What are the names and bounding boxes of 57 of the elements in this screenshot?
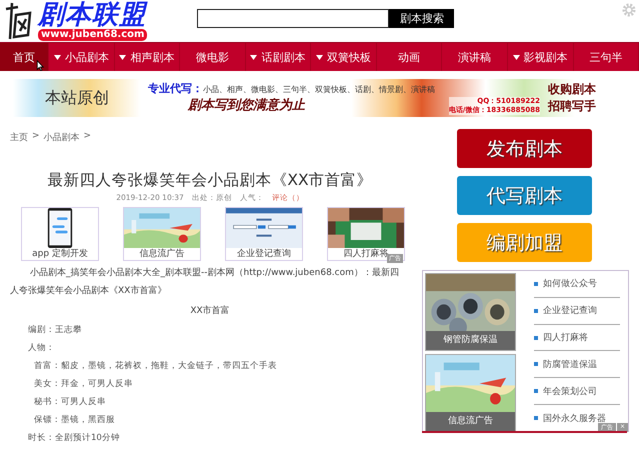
banner-hire: 招聘写手 [548, 98, 596, 115]
nav-tab[interactable]: 演讲稿 [442, 43, 508, 71]
ad-link[interactable]: 防腐管道保温 [534, 351, 620, 378]
ad-caption: app 定制开发 [32, 248, 88, 260]
caret-icon [250, 54, 258, 60]
breadcrumb-link[interactable]: 主页 [10, 131, 28, 144]
ad-caption: 企业登记查询 [237, 248, 291, 260]
banner-slogan: 剧本写到您满意为止 [188, 96, 305, 114]
nav-tab[interactable]: 动画 [376, 43, 442, 71]
banner-services: 专业代写：小品、相声、微电影、三句半、双簧快板、话剧、情景剧、演讲稿 [148, 82, 435, 96]
ad-thumbnail[interactable]: 信息流广告 [123, 207, 201, 261]
script-line: 美女：拜金，可男人反串 [34, 378, 134, 391]
nav-tab[interactable]: 微电影 [180, 43, 246, 71]
search-field[interactable] [197, 8, 390, 28]
script-line: 首富：貂皮，墨镜，花裤衩，拖鞋，大金链子，带四五个手表 [34, 360, 278, 373]
play-title: XX市首富 [189, 304, 231, 317]
sidebar-button[interactable]: 代写剧本 [457, 176, 592, 215]
caret-icon [54, 54, 61, 60]
nav-tab[interactable]: 话剧剧本 [246, 43, 312, 71]
nav-tab[interactable]: 相声剧本 [114, 43, 180, 71]
breadcrumb-separator: > [32, 131, 40, 143]
caret-icon [512, 54, 520, 60]
banner-label: 本站原创 [45, 88, 110, 108]
ad-caption: 信息流广告 [140, 248, 184, 260]
nav-tab[interactable]: 双簧快板 [311, 43, 377, 71]
ad-link[interactable]: 年会策划公司 [534, 378, 620, 406]
breadcrumb-separator: > [84, 131, 92, 143]
ad-link[interactable]: 如何做公众号 [534, 271, 620, 298]
ad-link[interactable]: 企业登记查询 [534, 298, 620, 325]
breadcrumb-link[interactable]: 小品剧本 [44, 131, 80, 144]
ad-card[interactable]: 信息流广告 [425, 354, 516, 432]
nav-tab[interactable]: 影视剧本 [508, 43, 574, 71]
nav-tab[interactable]: 三句半 [574, 43, 639, 71]
ad-caption: 四人打麻将 [344, 248, 388, 260]
ad-thumbnail[interactable]: app 定制开发 [21, 207, 99, 261]
script-line: 秘书：可男人反串 [34, 396, 107, 409]
nav-tab[interactable]: 小品剧本 [49, 43, 115, 71]
script-line: 时长：全剧预计10分钟 [28, 432, 121, 445]
intro-paragraph: 小品剧本_搞笑年会小品剧本大全_剧本联盟--剧本网（http://www.juben68.com）：最新四人夸张爆笑年会小品剧本《XX市首富》 [10, 266, 400, 298]
cursor-icon [36, 60, 44, 71]
search-button[interactable]: 剧本搜索 [389, 8, 454, 28]
script-line: 保镖：墨镜，黑西服 [34, 414, 116, 427]
script-line: 人物： [28, 342, 56, 355]
ad-thumbnail[interactable]: 企业登记查询 [225, 207, 303, 261]
banner-buy: 收购剧本 [548, 81, 596, 98]
script-line: 编剧：王志攀 [28, 324, 83, 337]
logo-title: 剧本联盟 [38, 1, 148, 29]
ad-link[interactable]: 四人打麻将 [534, 324, 620, 352]
logo-url: www.juben68.com [38, 29, 148, 41]
caret-icon [316, 54, 324, 60]
nav-tab[interactable]: 首页 [0, 43, 49, 71]
ad-card-caption: 信息流广告 [426, 412, 515, 431]
sidebar-button[interactable]: 发布剧本 [457, 129, 592, 168]
ad-card[interactable]: 钢管防腐保温 [425, 273, 516, 351]
article-title: 最新四人夸张爆笑年会小品剧本《XX市首富》 [46, 170, 374, 191]
ad-card-caption: 钢管防腐保温 [426, 331, 515, 350]
caret-icon [119, 54, 126, 60]
